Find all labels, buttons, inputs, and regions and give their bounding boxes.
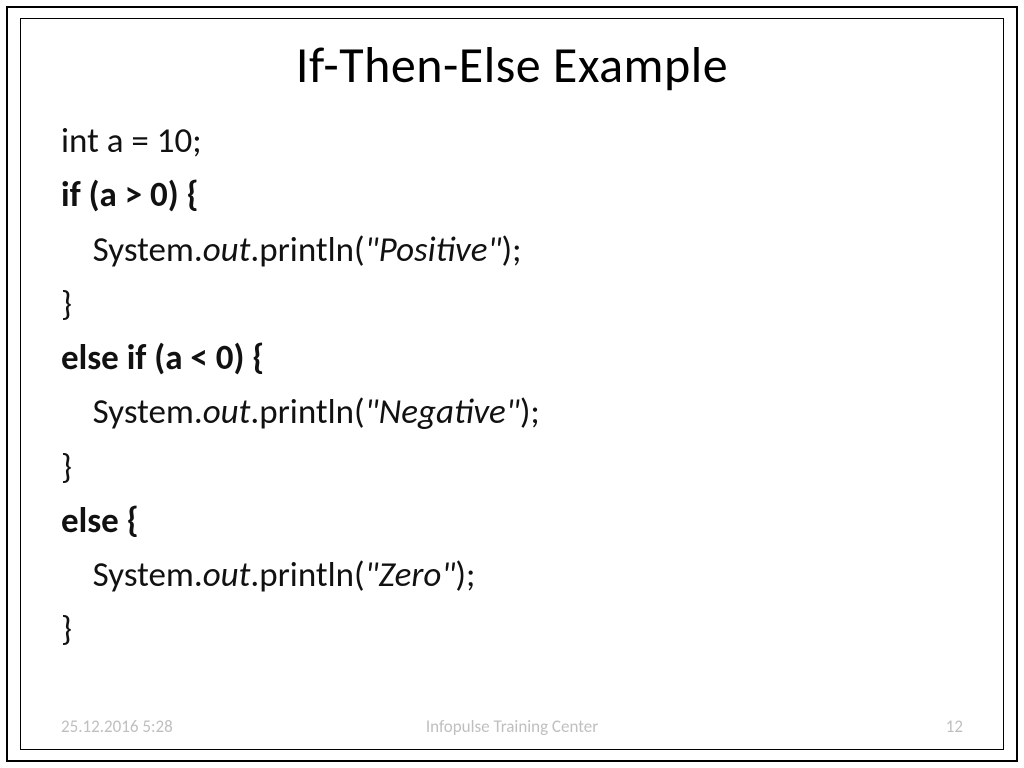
code-line: }	[61, 602, 1003, 656]
code-text: System.	[61, 554, 203, 596]
code-text: );	[455, 554, 475, 596]
code-block: int a = 10; if (a > 0) { System.out.prin…	[61, 114, 1003, 657]
code-text: System.	[61, 229, 203, 271]
code-line: }	[61, 277, 1003, 331]
code-line: else {	[61, 494, 1003, 548]
code-text: "Positive"	[365, 229, 502, 271]
footer-center: Infopulse Training Center	[61, 716, 963, 737]
code-text: out	[203, 229, 251, 271]
code-line: int a = 10;	[61, 114, 1003, 168]
slide-footer: 25.12.2016 5:28 Infopulse Training Cente…	[61, 716, 963, 737]
footer-page-number: 12	[946, 716, 963, 737]
code-line: System.out.println("Zero");	[61, 548, 1003, 602]
code-line: if (a > 0) {	[61, 168, 1003, 222]
code-line: else if (a < 0) {	[61, 331, 1003, 385]
slide-frame: If-Then-Else Example int a = 10; if (a >…	[20, 18, 1004, 750]
code-text: );	[520, 391, 540, 433]
footer-date: 25.12.2016 5:28	[61, 716, 173, 737]
code-text: System.	[61, 391, 203, 433]
code-text: );	[502, 229, 522, 271]
code-line: }	[61, 440, 1003, 494]
code-line: System.out.println("Negative");	[61, 385, 1003, 439]
code-text: out	[203, 554, 251, 596]
code-text: "Negative"	[365, 391, 520, 433]
slide-title: If-Then-Else Example	[21, 35, 1003, 96]
code-line: System.out.println("Positive");	[61, 223, 1003, 277]
code-text: .println(	[250, 554, 364, 596]
code-text: out	[203, 391, 251, 433]
code-text: "Zero"	[365, 554, 456, 596]
code-text: .println(	[250, 229, 364, 271]
code-text: .println(	[250, 391, 364, 433]
